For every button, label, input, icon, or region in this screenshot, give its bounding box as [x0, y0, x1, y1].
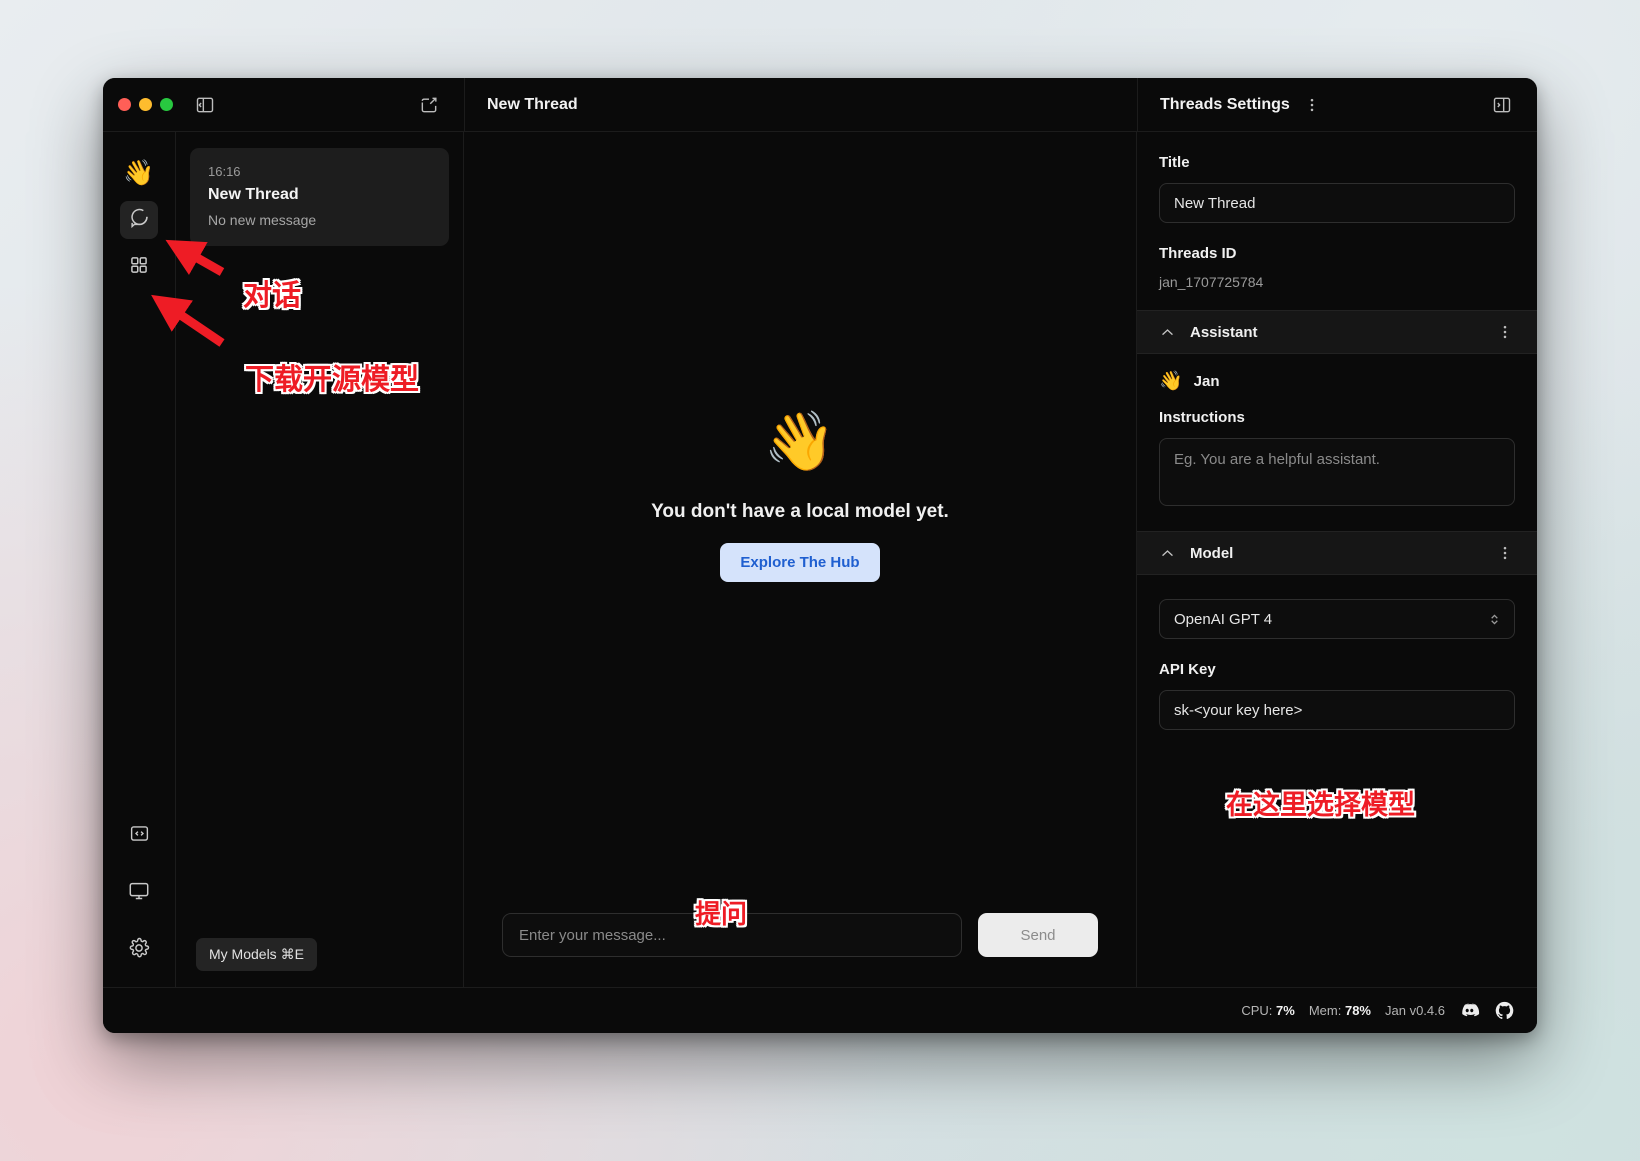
model-select-value: OpenAI GPT 4: [1174, 610, 1273, 628]
app-version: Jan v0.4.6: [1385, 1003, 1445, 1018]
message-input[interactable]: [502, 913, 962, 957]
mem-value: 78%: [1344, 1003, 1371, 1018]
assistant-section-header[interactable]: Assistant: [1137, 310, 1537, 354]
empty-state-title: You don't have a local model yet.: [651, 501, 949, 522]
sidebar-item-system-monitor[interactable]: [120, 874, 158, 912]
sidebar-item-chat[interactable]: [120, 201, 158, 239]
cpu-value: 7%: [1276, 1003, 1295, 1018]
sidebar-item-settings[interactable]: [120, 931, 158, 969]
title-field-label: Title: [1159, 154, 1190, 171]
wave-emoji-icon: 👋: [763, 409, 837, 474]
maximize-window-button[interactable]: [160, 98, 173, 111]
title-bar: New Thread Threads Settings: [103, 78, 1537, 132]
panel-collapse-right-icon[interactable]: [1489, 92, 1515, 118]
panel-collapse-left-icon[interactable]: [192, 92, 218, 118]
more-vertical-icon[interactable]: [1302, 92, 1322, 118]
thread-time: 16:16: [208, 164, 241, 179]
traffic-lights: [103, 78, 176, 131]
compose-icon[interactable]: [416, 92, 442, 118]
api-key-label: API Key: [1159, 661, 1216, 678]
settings-toolbar: Threads Settings: [1137, 78, 1537, 131]
instructions-block: Instructions: [1137, 391, 1537, 531]
settings-panel-title: Threads Settings: [1160, 95, 1290, 113]
threads-footer: My Models ⌘E: [176, 938, 463, 987]
thread-list-item[interactable]: 16:16 New Thread No new message: [190, 148, 449, 246]
title-field-block: Title Threads ID jan_1707725784: [1137, 132, 1537, 310]
mem-label: Mem:: [1308, 1003, 1342, 1018]
thread-subtitle: No new message: [208, 212, 317, 228]
grid-icon: [129, 255, 149, 280]
app-window: New Thread Threads Settings 👋 16:16 New …: [103, 78, 1537, 1033]
instructions-textarea[interactable]: [1159, 438, 1515, 506]
assistant-section-label: Assistant: [1190, 323, 1258, 341]
model-select[interactable]: OpenAI GPT 4: [1159, 599, 1515, 639]
threads-panel: 16:16 New Thread No new message My Model…: [176, 132, 464, 987]
my-models-button[interactable]: My Models ⌘E: [196, 938, 317, 971]
code-brackets-icon: [129, 823, 150, 849]
thread-settings-panel: Title Threads ID jan_1707725784 Assistan…: [1137, 132, 1537, 987]
gear-icon: [128, 937, 150, 964]
thread-title-header: New Thread: [464, 78, 1137, 131]
cpu-usage: CPU: 7%: [1241, 1003, 1294, 1018]
assistant-name: Jan: [1193, 373, 1220, 390]
app-logo: 👋: [123, 158, 155, 187]
chevron-up-icon-model[interactable]: [1159, 545, 1176, 562]
model-block: OpenAI GPT 4 API Key: [1137, 575, 1537, 750]
thread-title-input[interactable]: [1159, 183, 1515, 223]
app-body: 👋 16:16 New Thread No new message My Mod…: [103, 132, 1537, 987]
page-title: New Thread: [487, 95, 578, 113]
explore-the-hub-button[interactable]: Explore The Hub: [720, 543, 880, 582]
thread-name: New Thread: [208, 186, 299, 203]
model-section-label: Model: [1190, 544, 1234, 562]
api-key-input[interactable]: [1159, 690, 1515, 730]
chevron-up-icon[interactable]: [1159, 324, 1176, 341]
mem-usage: Mem: 78%: [1309, 1003, 1371, 1018]
model-more-icon[interactable]: [1495, 540, 1515, 566]
model-section-header[interactable]: Model: [1137, 531, 1537, 575]
chat-panel: 👋 You don't have a local model yet. Expl…: [464, 132, 1137, 987]
chevron-updown-icon: [1487, 612, 1502, 627]
chat-empty-state: 👋 You don't have a local model yet. Expl…: [464, 132, 1136, 913]
sidebar-item-hub[interactable]: [120, 248, 158, 286]
assistant-more-icon[interactable]: [1495, 319, 1515, 345]
github-icon[interactable]: [1494, 1000, 1515, 1021]
status-bar: CPU: 7% Mem: 78% Jan v0.4.6: [103, 987, 1537, 1033]
threads-id-label: Threads ID: [1159, 245, 1237, 262]
message-composer: Send: [464, 913, 1136, 987]
minimize-window-button[interactable]: [139, 98, 152, 111]
chat-bubble-icon: [129, 207, 150, 233]
discord-icon[interactable]: [1459, 1000, 1480, 1021]
cpu-label: CPU:: [1241, 1003, 1273, 1018]
assistant-identity-row: 👋 Jan: [1137, 354, 1537, 391]
threads-id-value: jan_1707725784: [1159, 274, 1264, 290]
left-icon-rail: 👋: [103, 132, 176, 987]
threads-toolbar: [176, 78, 464, 131]
instructions-label: Instructions: [1159, 409, 1245, 426]
status-bar-right: CPU: 7% Mem: 78% Jan v0.4.6: [1241, 1000, 1515, 1021]
sidebar-item-code[interactable]: [120, 817, 158, 855]
assistant-avatar: 👋: [1159, 371, 1183, 392]
monitor-icon: [128, 880, 150, 907]
thread-list: 16:16 New Thread No new message: [176, 132, 463, 246]
close-window-button[interactable]: [118, 98, 131, 111]
send-button[interactable]: Send: [978, 913, 1098, 957]
